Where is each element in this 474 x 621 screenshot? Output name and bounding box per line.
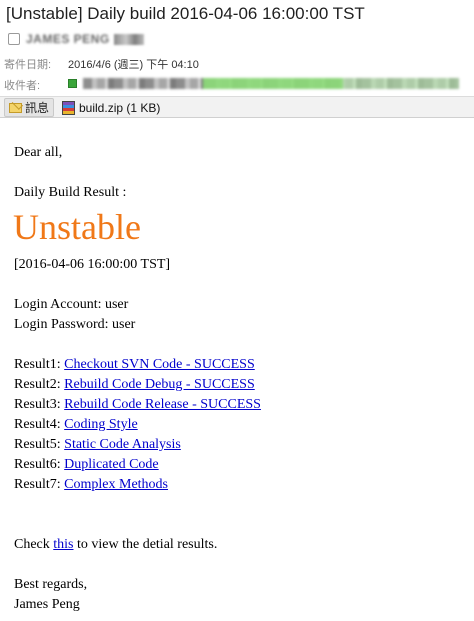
- result-row-4: Result4: Coding Style: [14, 417, 138, 433]
- attachment-file-label: build.zip (1 KB): [79, 101, 161, 115]
- result-row-6: Result6: Duplicated Code: [14, 457, 159, 473]
- check-suffix: to view the detial results.: [77, 537, 218, 552]
- result-label: Result3:: [14, 397, 61, 412]
- result-link-rebuild-debug[interactable]: Rebuild Code Debug - SUCCESS: [64, 377, 255, 392]
- sender-checkbox[interactable]: [8, 33, 20, 45]
- result-heading: Daily Build Result :: [14, 185, 127, 200]
- result-row-2: Result2: Rebuild Code Debug - SUCCESS: [14, 377, 255, 393]
- build-timestamp: [2016-04-06 16:00:00 TST]: [14, 257, 171, 272]
- presence-green-icon: [68, 78, 77, 88]
- build-status: Unstable: [13, 207, 141, 247]
- result-link-complex-methods[interactable]: Complex Methods: [64, 477, 168, 492]
- email-subject: [Unstable] Daily build 2016-04-06 16:00:…: [6, 4, 365, 23]
- result-label: Result1:: [14, 357, 61, 372]
- result-row-3: Result3: Rebuild Code Release - SUCCESS: [14, 397, 261, 413]
- closing: Best regards,: [14, 577, 88, 592]
- greeting: Dear all,: [14, 145, 63, 160]
- result-link-static-analysis[interactable]: Static Code Analysis: [64, 437, 181, 452]
- result-label: Result4:: [14, 417, 61, 432]
- result-label: Result2:: [14, 377, 61, 392]
- attachment-file[interactable]: build.zip (1 KB): [62, 99, 160, 117]
- check-results-link[interactable]: this: [53, 537, 73, 552]
- login-account: Login Account: user: [14, 297, 129, 312]
- login-password: Login Password: user: [14, 317, 136, 332]
- check-prefix: Check: [14, 537, 50, 552]
- check-results-line: Check this to view the detial results.: [14, 537, 217, 553]
- recipient-label: 收件者:: [4, 80, 41, 92]
- zip-archive-icon: [62, 101, 75, 115]
- sender-row: JAMES PENG: [8, 31, 144, 47]
- email-header: [Unstable] Daily build 2016-04-06 16:00:…: [0, 0, 474, 96]
- recipient-redacted: [83, 77, 459, 89]
- date-label: 寄件日期:: [4, 59, 52, 71]
- result-row-7: Result7: Complex Methods: [14, 477, 168, 493]
- result-label: Result6:: [14, 457, 61, 472]
- result-link-coding-style[interactable]: Coding Style: [64, 417, 138, 432]
- recipient-list[interactable]: [68, 76, 459, 90]
- envelope-icon: [9, 102, 22, 113]
- result-label: Result5:: [14, 437, 61, 452]
- attachment-bar: 訊息 build.zip (1 KB): [0, 96, 474, 118]
- result-link-checkout-svn[interactable]: Checkout SVN Code - SUCCESS: [64, 357, 255, 372]
- result-label: Result7:: [14, 477, 61, 492]
- result-link-duplicated-code[interactable]: Duplicated Code: [64, 457, 158, 472]
- result-row-5: Result5: Static Code Analysis: [14, 437, 181, 453]
- result-link-rebuild-release[interactable]: Rebuild Code Release - SUCCESS: [64, 397, 261, 412]
- result-row-1: Result1: Checkout SVN Code - SUCCESS: [14, 357, 255, 373]
- sender-name[interactable]: JAMES PENG: [26, 32, 110, 46]
- sender-name-redacted: [113, 33, 144, 45]
- message-tab[interactable]: 訊息: [4, 98, 54, 117]
- signature: James Peng: [14, 597, 80, 612]
- date-value: 2016/4/6 (週三) 下午 04:10: [68, 59, 199, 71]
- message-tab-label: 訊息: [25, 101, 50, 115]
